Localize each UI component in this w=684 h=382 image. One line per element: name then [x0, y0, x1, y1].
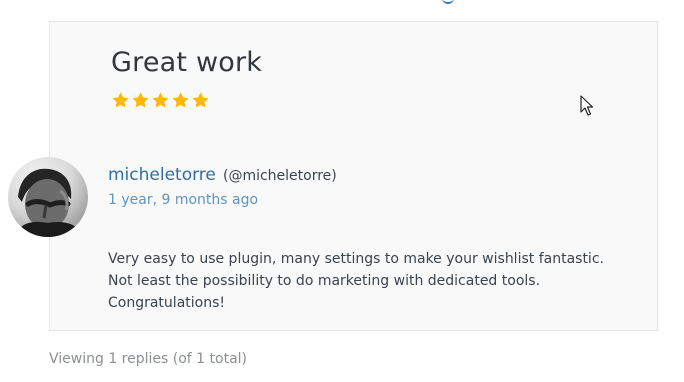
- review-page: Great work micheletorre (@micheletorre) …: [0, 0, 684, 382]
- reply-count: Viewing 1 replies (of 1 total): [49, 351, 248, 367]
- author-name-link[interactable]: micheletorre: [108, 165, 216, 185]
- author-handle: (@micheletorre): [222, 168, 337, 184]
- star-rating: [111, 91, 210, 110]
- top-link-fragment: [442, 0, 454, 4]
- star-icon: [192, 92, 209, 108]
- review-title: Great work: [111, 47, 263, 78]
- cursor-icon: [580, 95, 593, 116]
- star-icon: [132, 92, 149, 108]
- avatar[interactable]: [8, 157, 88, 237]
- star-icon: [172, 92, 189, 108]
- review-body: Very easy to use plugin, many settings t…: [108, 251, 604, 311]
- author-line: micheletorre (@micheletorre): [108, 165, 337, 185]
- review-timestamp-link[interactable]: 1 year, 9 months ago: [108, 192, 258, 208]
- star-icon: [152, 92, 169, 108]
- star-icon: [112, 92, 129, 108]
